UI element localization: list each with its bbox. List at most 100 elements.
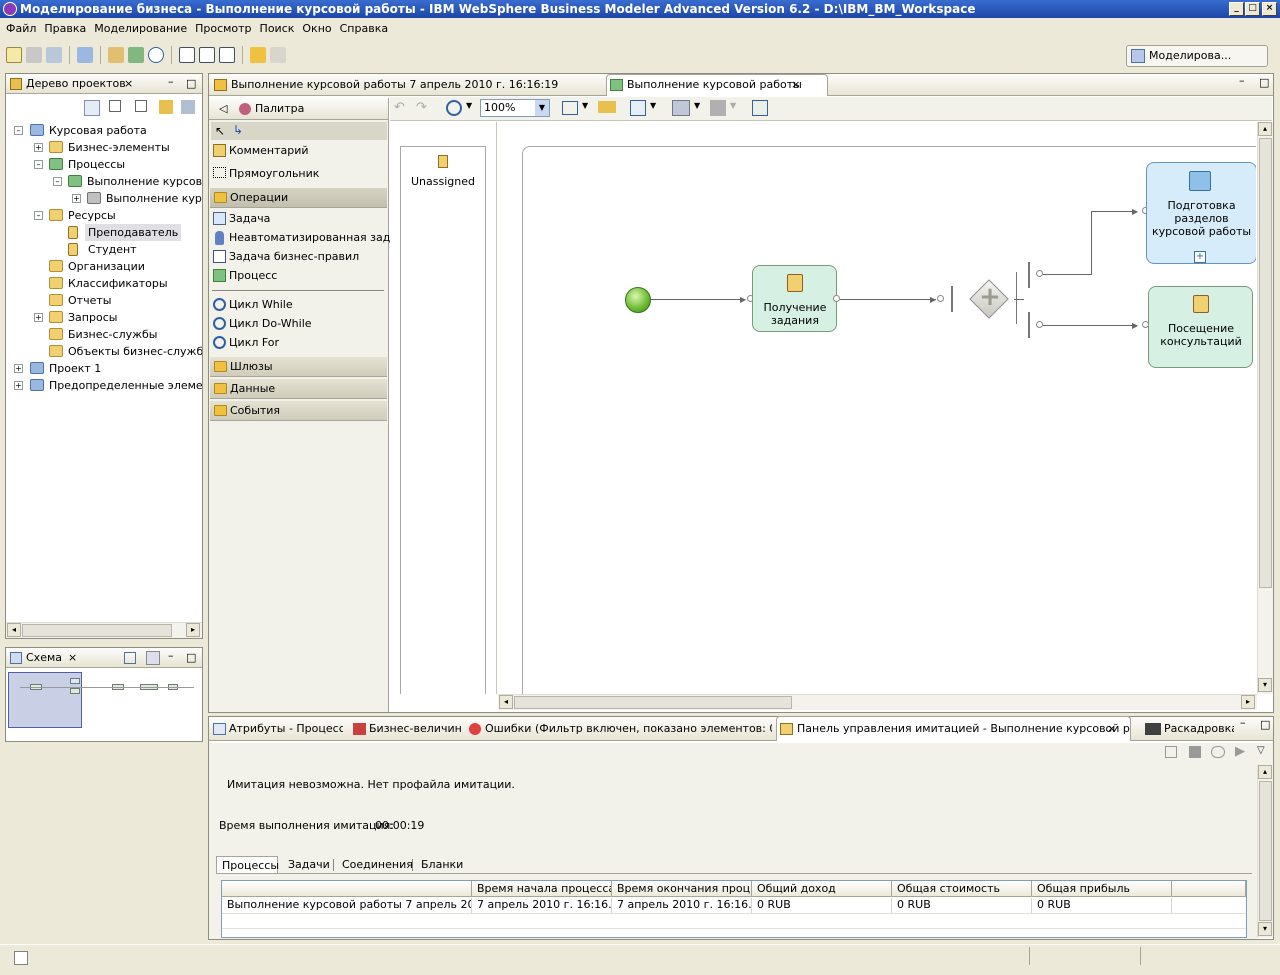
tree-item-processes[interactable]: Процессы: [68, 156, 125, 173]
new-process-icon[interactable]: [128, 47, 144, 63]
column-header-process[interactable]: [222, 881, 472, 897]
expand-toggle[interactable]: +: [34, 313, 43, 322]
menu-file[interactable]: Файл: [2, 22, 40, 35]
tree-item-student[interactable]: Студент: [88, 241, 137, 258]
minimize-button[interactable]: _: [1229, 2, 1244, 16]
swimlane-header[interactable]: Unassigned: [400, 146, 486, 694]
maximize-panel-icon[interactable]: □: [1260, 718, 1270, 731]
scroll-up-icon[interactable]: ▴: [1258, 122, 1272, 136]
tree-item-classifiers[interactable]: Классификаторы: [68, 275, 168, 292]
bottom-tab-errors[interactable]: Ошибки (Фильтр включен, показано элемент…: [467, 718, 772, 740]
scroll-thumb[interactable]: [514, 696, 792, 709]
outline-tab[interactable]: Схема × – □: [6, 648, 202, 668]
menu-edit[interactable]: Правка: [40, 22, 90, 35]
output-port[interactable]: [1036, 270, 1043, 277]
tree-item-business-services[interactable]: Бизнес-службы: [68, 326, 158, 343]
input-port[interactable]: [937, 295, 944, 302]
menu-modeling[interactable]: Моделирование: [90, 22, 191, 35]
table-cell[interactable]: 0 RUB: [892, 898, 1032, 914]
format-icon[interactable]: [710, 100, 726, 116]
table-cell[interactable]: 0 RUB: [752, 898, 892, 914]
fit-icon[interactable]: [562, 101, 578, 115]
undo-icon[interactable]: ↶: [394, 100, 405, 115]
close-button[interactable]: ×: [1262, 2, 1277, 16]
fast-view-icon[interactable]: [14, 951, 28, 965]
expand-all-icon[interactable]: [109, 100, 121, 112]
minimize-panel-icon[interactable]: –: [1240, 716, 1246, 729]
outline-mode-icon[interactable]: [124, 652, 136, 664]
diagram-canvas[interactable]: ▶ Получение задания ▶ + ▶ ▶ Подготовка р…: [498, 122, 1256, 694]
column-header-end-time[interactable]: Время окончания проц...: [612, 881, 752, 897]
validate-icon[interactable]: [752, 100, 768, 116]
drawer-operations[interactable]: Операции: [210, 188, 387, 208]
overview-mode-icon[interactable]: [146, 651, 160, 665]
forward-arrow-icon[interactable]: [270, 47, 286, 63]
column-header-total-cost[interactable]: Общая стоимость: [892, 881, 1032, 897]
play-icon[interactable]: ▶: [1235, 744, 1245, 759]
tree-item-service-objects[interactable]: Объекты бизнес-служб: [68, 343, 202, 360]
subtab-tasks[interactable]: Задачи: [288, 856, 330, 874]
scroll-left-icon[interactable]: ◂: [499, 695, 513, 709]
start-event[interactable]: [625, 287, 651, 313]
expand-toggle[interactable]: +: [14, 381, 23, 390]
tree-item-resources[interactable]: Ресурсы: [68, 207, 116, 224]
stop-icon[interactable]: [1189, 746, 1201, 758]
tree-item-business-items[interactable]: Бизнес-элементы: [68, 139, 170, 156]
perspective-switcher[interactable]: Моделирова...: [1126, 45, 1268, 67]
expand-toggle[interactable]: +: [14, 364, 23, 373]
collapse-all-icon[interactable]: [135, 100, 147, 112]
sort-icon[interactable]: [84, 100, 100, 116]
task-attend-consultations[interactable]: Посещение консультаций: [1148, 286, 1253, 368]
bottom-tab-storyboard[interactable]: Раскадровка: [1144, 718, 1234, 740]
maximize-view-icon[interactable]: □: [186, 74, 196, 94]
view-mode-2-icon[interactable]: [199, 47, 215, 63]
expand-subprocess-icon[interactable]: +: [1194, 251, 1206, 263]
maximize-editor-icon[interactable]: □: [1259, 76, 1269, 89]
align-icon[interactable]: [672, 100, 690, 116]
bottom-tab-simulation-control[interactable]: Панель управления имитацией - Выполнение…: [776, 716, 1131, 741]
tree-item-course-work[interactable]: Курсовая работа: [49, 122, 147, 139]
project-tree-tab[interactable]: Дерево проектов × – □: [6, 74, 202, 94]
scroll-left-icon[interactable]: ◂: [7, 623, 21, 637]
collapse-toggle[interactable]: –: [14, 126, 23, 135]
filter-icon[interactable]: [181, 100, 195, 114]
tree-item-teacher[interactable]: Преподаватель: [85, 224, 182, 241]
drawer-gateways[interactable]: Шлюзы: [210, 357, 387, 377]
new-icon[interactable]: [6, 47, 22, 63]
scroll-up-icon[interactable]: ▴: [1258, 765, 1272, 779]
diagram-vertical-scrollbar[interactable]: ▴ ▾: [1257, 122, 1273, 694]
collapse-palette-icon[interactable]: ◁: [219, 98, 227, 120]
diagram-horizontal-scrollbar[interactable]: ◂ ▸: [498, 694, 1257, 710]
redo-icon[interactable]: ↷: [416, 100, 427, 115]
palette-item-for-loop[interactable]: Цикл For: [229, 336, 279, 349]
dropdown-arrow-icon[interactable]: ▼: [582, 101, 588, 110]
tree-item-project-1[interactable]: Проект 1: [49, 360, 101, 377]
palette-item-while-loop[interactable]: Цикл While: [229, 298, 293, 311]
subprocess-prepare-sections[interactable]: Подготовка разделов курсовой работы +: [1146, 162, 1256, 264]
dropdown-arrow-icon[interactable]: ▼: [694, 101, 700, 110]
link-icon[interactable]: [159, 100, 173, 114]
dropdown-arrow-icon[interactable]: ▼: [466, 101, 472, 110]
column-header-total-profit[interactable]: Общая прибыль: [1032, 881, 1172, 897]
menu-help[interactable]: Справка: [336, 22, 392, 35]
connection-tool-icon[interactable]: ↳: [233, 123, 243, 137]
tree-item-predefined[interactable]: Предопределенные элементы: [49, 377, 202, 394]
panel-vertical-scrollbar[interactable]: ▴ ▾: [1257, 765, 1273, 938]
menu-window[interactable]: Окно: [298, 22, 335, 35]
menu-view[interactable]: Просмотр: [191, 22, 255, 35]
maximize-view-icon[interactable]: □: [186, 648, 196, 668]
collapse-toggle[interactable]: –: [53, 177, 62, 186]
scroll-down-icon[interactable]: ▾: [1258, 922, 1272, 936]
print-icon[interactable]: [46, 47, 62, 63]
output-port[interactable]: [833, 295, 840, 302]
new-project-icon[interactable]: [108, 47, 124, 63]
view-menu-icon[interactable]: ▽: [1257, 745, 1265, 756]
close-tab-icon[interactable]: ×: [124, 74, 133, 94]
pause-icon[interactable]: [1165, 746, 1177, 758]
output-port[interactable]: [1036, 321, 1043, 328]
minimize-view-icon[interactable]: –: [168, 646, 174, 666]
select-tool-icon[interactable]: ↖: [215, 124, 225, 138]
tree-item-queries[interactable]: Запросы: [68, 309, 117, 326]
expand-toggle[interactable]: +: [34, 143, 43, 152]
layout-icon[interactable]: [77, 47, 93, 63]
